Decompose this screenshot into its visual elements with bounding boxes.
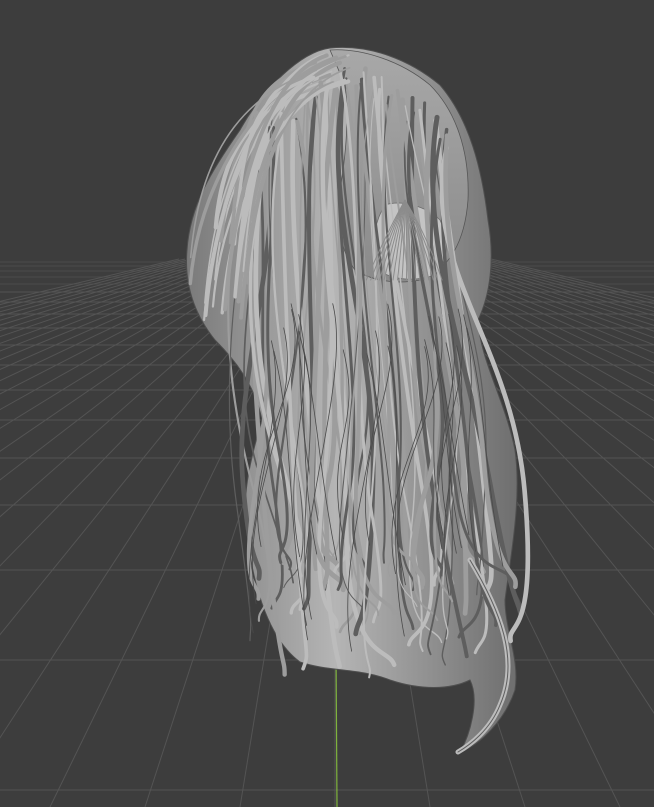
grid-line-depth — [0, 258, 186, 306]
hair-model[interactable] — [186, 46, 531, 755]
grid-line-depth — [0, 258, 234, 344]
grid-line-depth — [0, 258, 204, 317]
grid-line-depth — [0, 258, 228, 338]
grid-line-depth — [0, 258, 222, 332]
3d-viewport[interactable] — [0, 0, 654, 807]
grid-line-depth — [0, 258, 198, 313]
grid-line-depth — [0, 258, 192, 309]
grid-line-depth — [0, 258, 240, 352]
grid-line-depth — [0, 258, 252, 370]
grid-line-depth — [490, 258, 654, 299]
viewport-scene[interactable] — [0, 0, 654, 807]
